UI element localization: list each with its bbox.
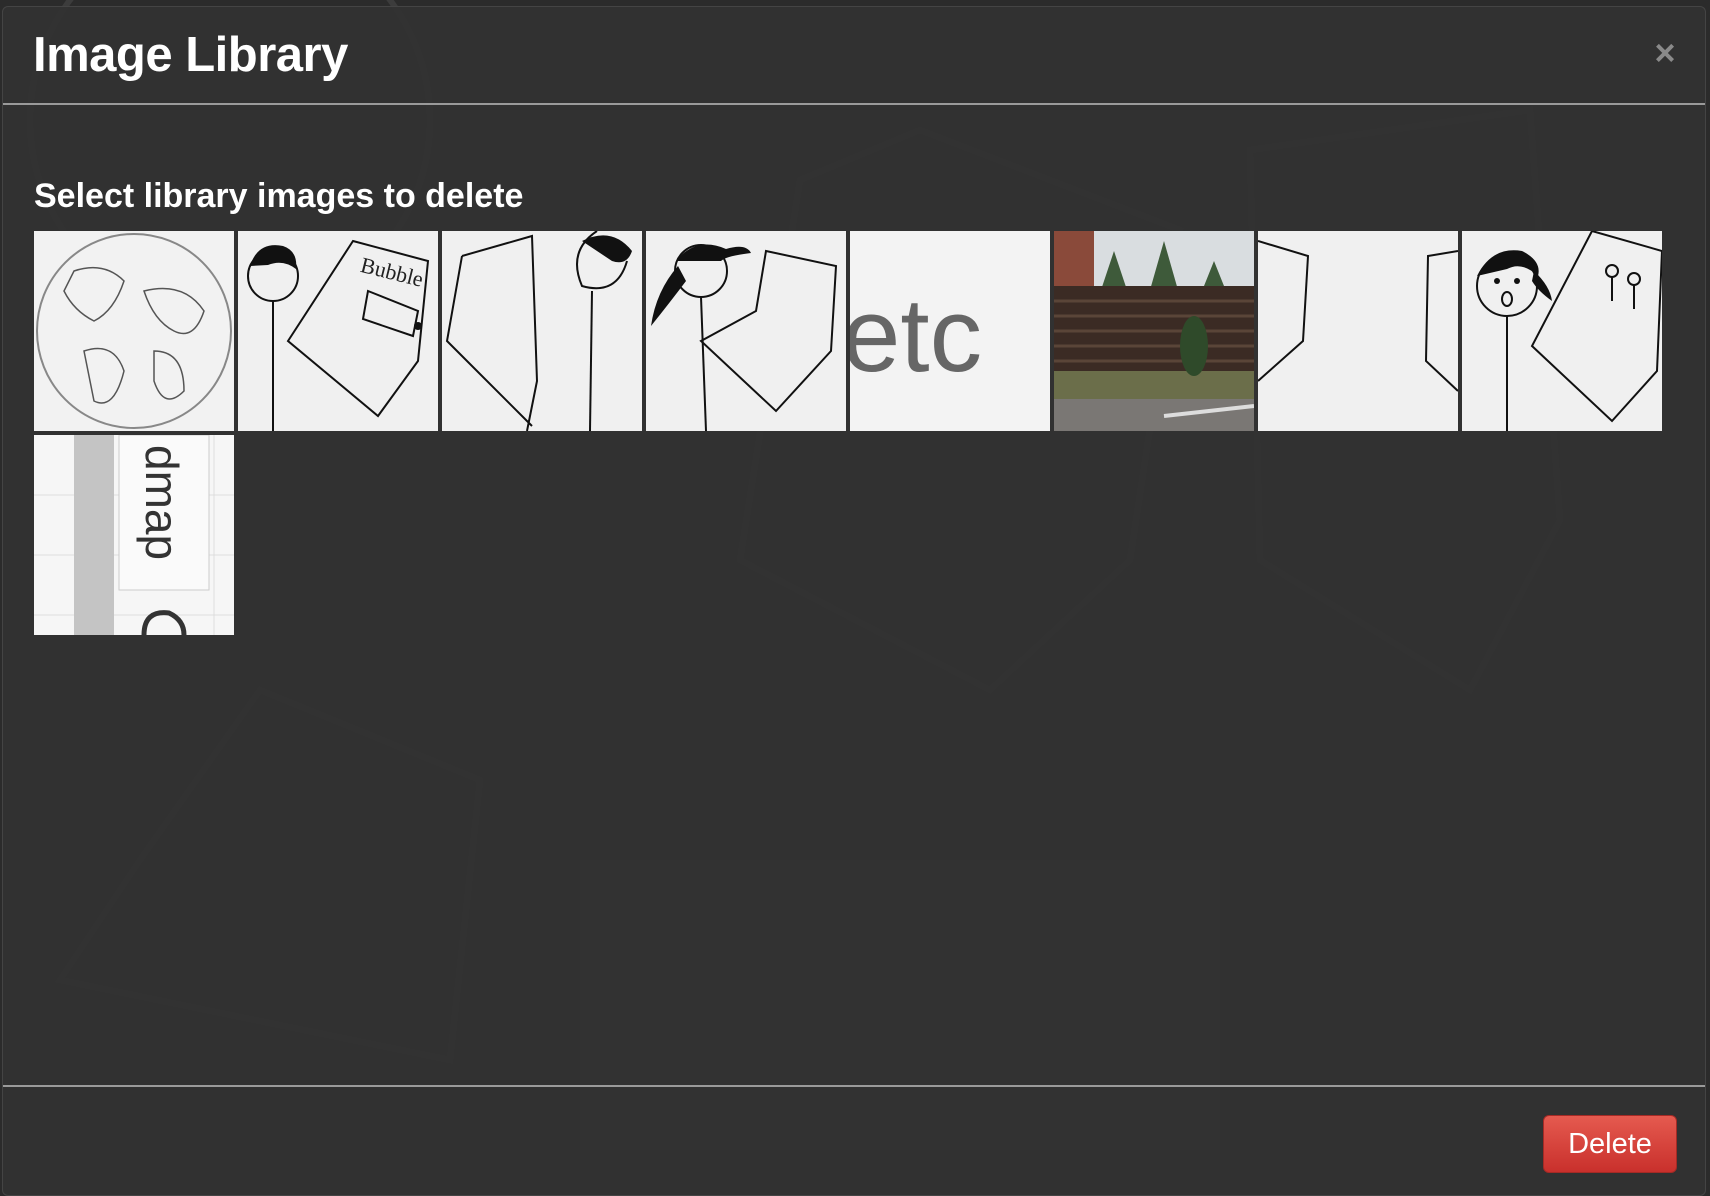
modal-title: Image Library [33,28,348,82]
thumbnail-etch-text-icon[interactable]: etc [850,231,1050,431]
close-icon[interactable]: × [1651,35,1679,71]
thumbnail-fence-photo-icon[interactable] [1054,231,1254,431]
thumbnail-globe-icon[interactable] [34,231,234,431]
thumbnail-roadmap-icon[interactable]: dmap [34,435,234,635]
thumbnail-figure-diagram-icon[interactable] [1462,231,1662,431]
thumbnail-roadmap-text: dmap [136,445,188,560]
thumbnail-stick-figure-laptop-icon[interactable]: Bubble [238,231,438,431]
instructions-text: Select library images to delete [34,177,524,215]
image-library-modal: Image Library × Select library images to… [2,6,1706,1196]
thumbnail-laptop-figure-icon[interactable] [442,231,642,431]
thumbnail-ponytail-figure-icon[interactable] [646,231,846,431]
thumbnail-laptop-edges-icon[interactable] [1258,231,1458,431]
thumbnail-etch-text: etc [850,277,982,394]
modal-header: Image Library × [3,7,1705,105]
modal-footer: Delete [3,1085,1705,1195]
delete-button[interactable]: Delete [1543,1115,1677,1173]
